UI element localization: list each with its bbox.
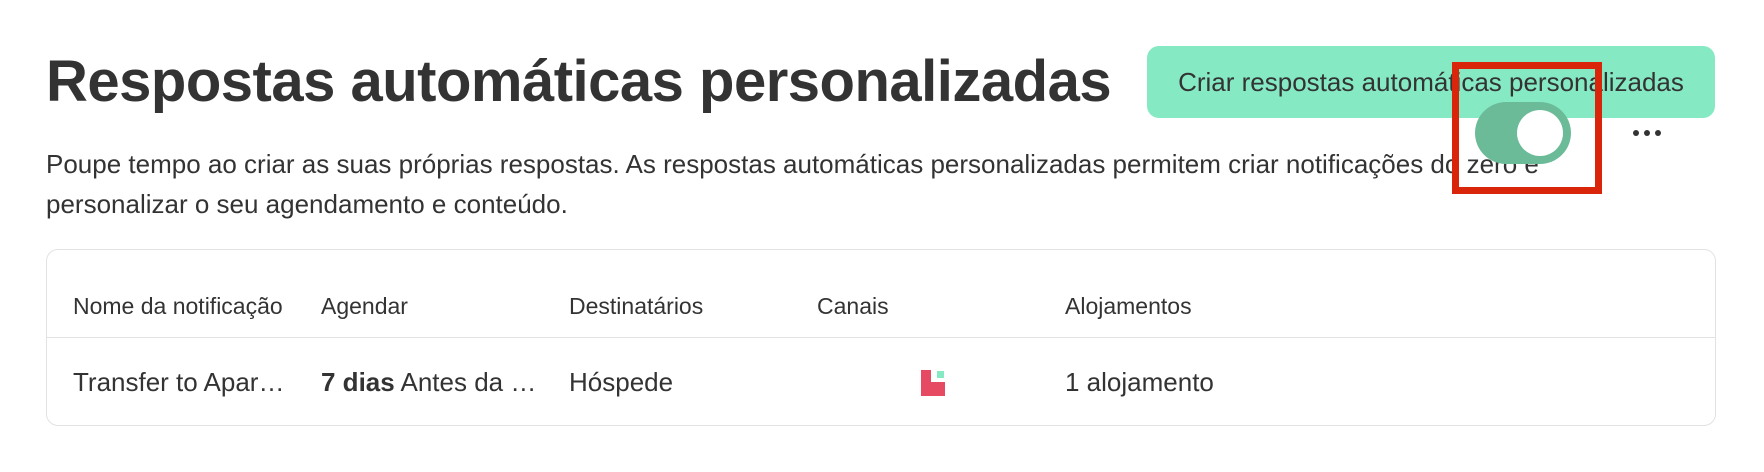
schedule-detail: Antes da … <box>394 367 537 397</box>
custom-auto-responses-page: Respostas automáticas personalizadas Cri… <box>0 0 1764 472</box>
column-header-recipients: Destinatários <box>569 293 704 319</box>
channel-app-icon <box>921 370 945 396</box>
notification-recipients: Hóspede <box>569 367 674 397</box>
notification-properties[interactable]: 1 alojamento <box>1065 338 1265 426</box>
create-custom-response-button[interactable]: Criar respostas automáticas personalizad… <box>1147 46 1715 118</box>
enabled-toggle[interactable] <box>1475 102 1571 164</box>
notifications-table: Nome da notificação Agendar Destinatário… <box>46 249 1716 426</box>
page-title: Respostas automáticas personalizadas <box>46 49 1112 114</box>
column-header-properties: Alojamentos <box>1065 293 1192 319</box>
notification-name[interactable]: Transfer to Apar… <box>73 338 293 426</box>
page-description: Poupe tempo ao criar as suas próprias re… <box>46 149 1539 219</box>
table-row[interactable]: Transfer to Apar… 7 dias Antes da … Hósp… <box>47 338 1715 426</box>
dot <box>1644 130 1650 136</box>
table-header: Nome da notificação Agendar Destinatário… <box>47 250 1715 338</box>
column-header-name: Nome da notificação <box>73 293 283 319</box>
dot <box>1655 130 1661 136</box>
column-header-schedule: Agendar <box>321 293 408 319</box>
notification-schedule: 7 dias Antes da … <box>321 338 551 426</box>
dot <box>1633 130 1639 136</box>
more-options-icon[interactable] <box>1625 116 1669 150</box>
schedule-days: 7 dias <box>321 367 395 397</box>
column-header-channels: Canais <box>817 293 889 319</box>
toggle-knob <box>1517 110 1563 156</box>
